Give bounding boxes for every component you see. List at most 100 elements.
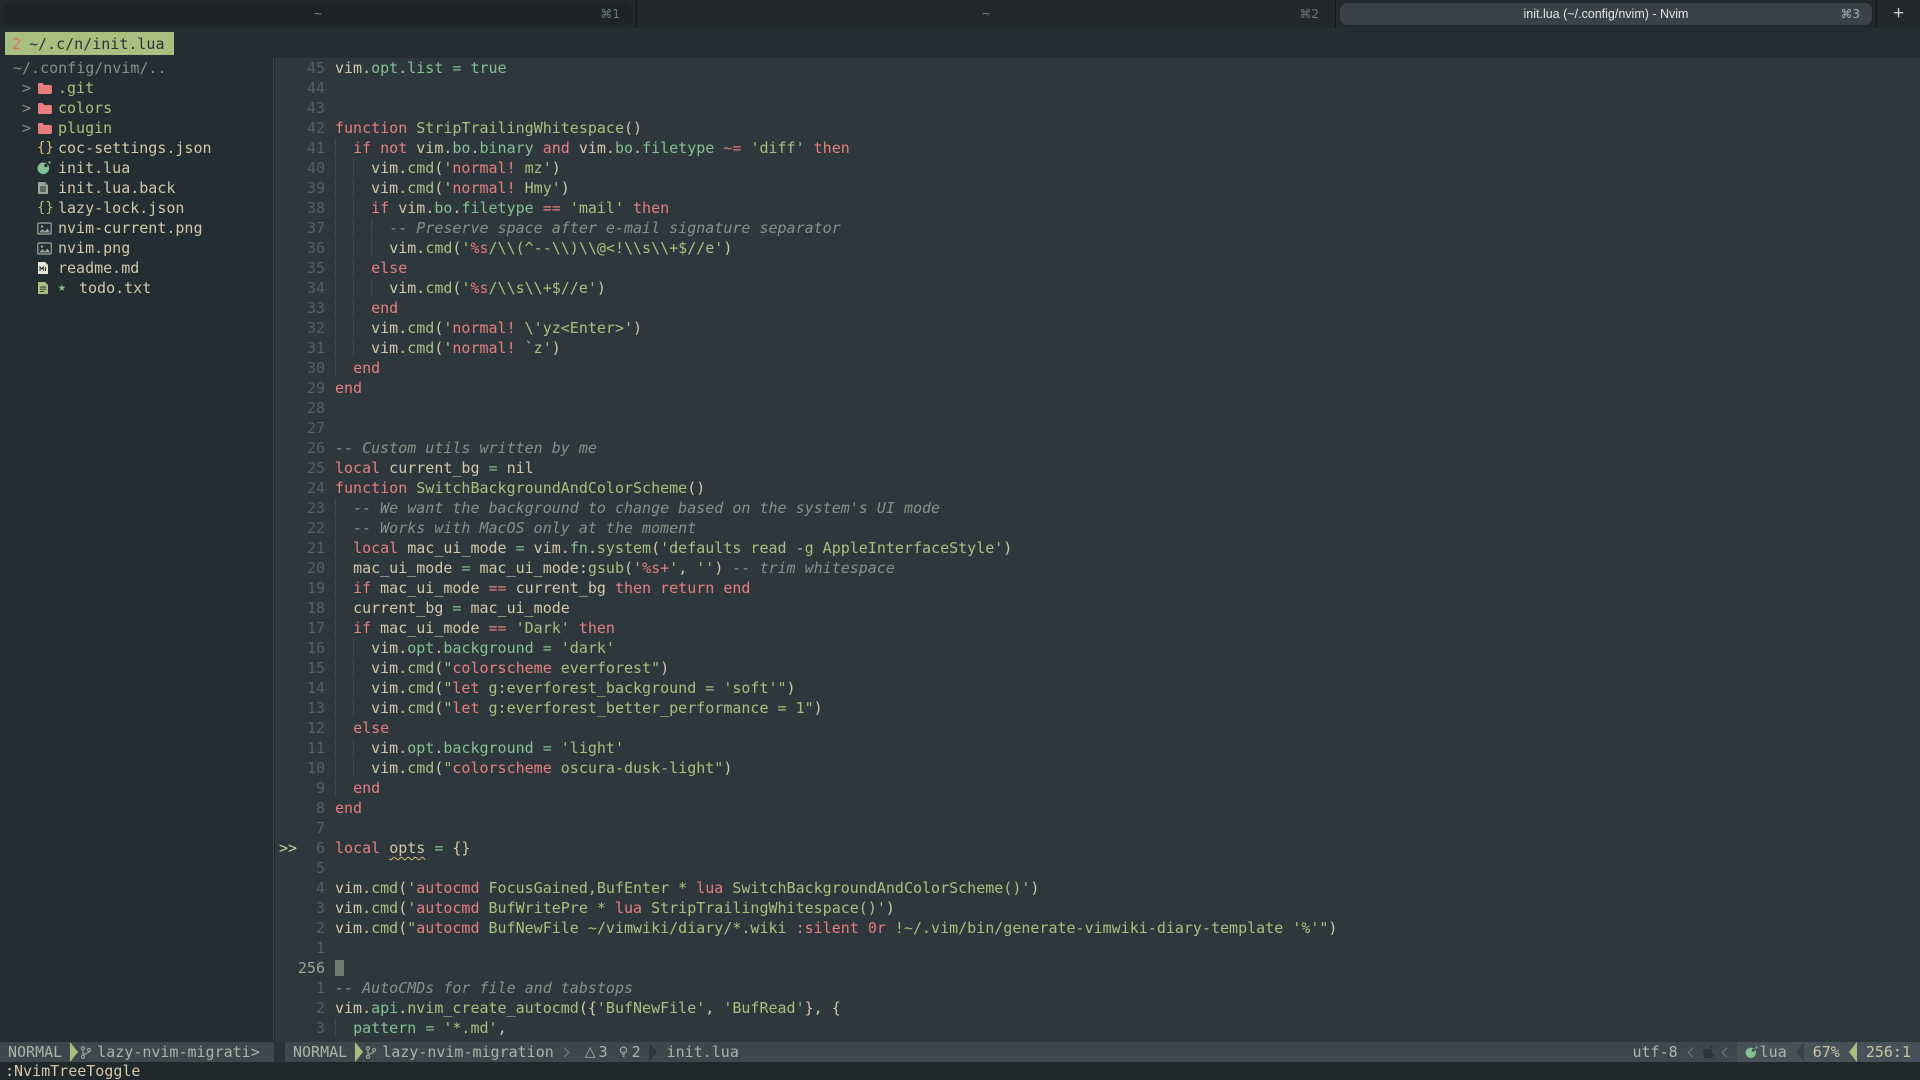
code-token: -- trim whitespace [732, 559, 895, 577]
code-line[interactable]: 26-- Custom utils written by me [275, 438, 1920, 458]
code-line[interactable]: 19▏ if mac_ui_mode == current_bg then re… [275, 578, 1920, 598]
tree-item-todo.txt[interactable]: ★todo.txt [0, 278, 273, 298]
expand-arrow-icon[interactable]: > [22, 98, 37, 118]
code-line[interactable]: 15▏ ▏ vim.cmd("colorscheme everforest") [275, 658, 1920, 678]
code-line[interactable]: 4vim.cmd('autocmd FocusGained,BufEnter *… [275, 878, 1920, 898]
code-line[interactable]: 10▏ ▏ vim.cmd("colorscheme oscura-dusk-l… [275, 758, 1920, 778]
new-tab-button[interactable]: + [1877, 0, 1920, 28]
code-token: if [353, 139, 371, 157]
tree-item-.git[interactable]: >.git [0, 78, 273, 98]
terminal-tab-1[interactable]: ~⌘1 [0, 0, 636, 28]
code-token: :silent [796, 919, 859, 937]
code-line[interactable]: >>6local opts = {} [275, 838, 1920, 858]
code-line[interactable]: 11▏ ▏ vim.opt.background = 'light' [275, 738, 1920, 758]
indent-guide: ▏ ▏ ▏ [335, 219, 389, 237]
code-token: cmd [425, 279, 452, 297]
code-line[interactable]: 25local current_bg = nil [275, 458, 1920, 478]
code-line[interactable]: 256 [275, 958, 1920, 978]
code-token: nil [498, 459, 534, 477]
code-line[interactable]: 38▏ ▏ if vim.bo.filetype == 'mail' then [275, 198, 1920, 218]
code-line[interactable]: 33▏ ▏ end [275, 298, 1920, 318]
code-token: return [660, 579, 714, 597]
code-line[interactable]: 3▏ pattern = '*.md', [275, 1018, 1920, 1038]
git-branch-name: lazy-nvim-migrati> [97, 1043, 260, 1061]
tree-item-init.lua.back[interactable]: init.lua.back [0, 178, 273, 198]
code-line[interactable]: 16▏ ▏ vim.opt.background = 'dark' [275, 638, 1920, 658]
code-line[interactable]: 1-- AutoCMDs for file and tabstops [275, 978, 1920, 998]
code-line[interactable]: 12▏ else [275, 718, 1920, 738]
code-line[interactable]: 21▏ local mac_ui_mode = vim.fn.system('d… [275, 538, 1920, 558]
code-line[interactable]: 35▏ ▏ else [275, 258, 1920, 278]
code-line[interactable]: 23▏ -- We want the background to change … [275, 498, 1920, 518]
tree-item-plugin[interactable]: >plugin [0, 118, 273, 138]
indent-guide: ▏ [335, 599, 353, 617]
code-line[interactable]: 17▏ if mac_ui_mode == 'Dark' then [275, 618, 1920, 638]
code-line[interactable]: 5 [275, 858, 1920, 878]
code-token: gsub [588, 559, 624, 577]
code-line[interactable]: 2vim.api.nvim_create_autocmd({'BufNewFil… [275, 998, 1920, 1018]
sign-column [275, 138, 295, 158]
terminal-tab-3[interactable]: init.lua (~/.config/nvim) - Nvim⌘3 [1336, 0, 1876, 28]
code-line[interactable]: 43 [275, 98, 1920, 118]
code-line[interactable]: 40▏ ▏ vim.cmd('normal! mz') [275, 158, 1920, 178]
code-token: list [407, 59, 443, 77]
code-token: vim. [371, 339, 407, 357]
code-token: opt [407, 639, 434, 657]
code-line[interactable]: 31▏ ▏ vim.cmd('normal! `z') [275, 338, 1920, 358]
expand-arrow-icon[interactable]: > [22, 78, 37, 98]
code-line[interactable]: 18▏ current_bg = mac_ui_mode [275, 598, 1920, 618]
vim-command-line[interactable]: :NvimTreeToggle [0, 1062, 1920, 1080]
code-token: binary [480, 139, 534, 157]
code-line[interactable]: 28 [275, 398, 1920, 418]
code-token: () [687, 479, 705, 497]
code-line[interactable]: 7 [275, 818, 1920, 838]
tmux-window-badge[interactable]: 2 ~/.c/n/init.lua [5, 32, 174, 55]
code-line[interactable]: 20▏ mac_ui_mode = mac_ui_mode:gsub('%s+'… [275, 558, 1920, 578]
code-line[interactable]: 39▏ ▏ vim.cmd('normal! Hmy') [275, 178, 1920, 198]
code-text: ▏ if not vim.bo.binary and vim.bo.filety… [335, 138, 850, 158]
code-token: cmd [371, 899, 398, 917]
tree-item-colors[interactable]: >colors [0, 98, 273, 118]
code-line[interactable]: 1 [275, 938, 1920, 958]
tree-item-readme.md[interactable]: readme.md [0, 258, 273, 278]
code-line[interactable]: 24function SwitchBackgroundAndColorSchem… [275, 478, 1920, 498]
tree-item-coc-settings.json[interactable]: {}coc-settings.json [0, 138, 273, 158]
code-line[interactable]: 37▏ ▏ ▏ -- Preserve space after e-mail s… [275, 218, 1920, 238]
code-line[interactable]: 29end [275, 378, 1920, 398]
code-text: ▏ ▏ ▏ vim.cmd('%s/\\(^--\\)\\@<!\\s\\+$/… [335, 238, 732, 258]
code-token: ) [552, 339, 561, 357]
editor-buffer[interactable]: 45vim.opt.list = true444342function Stri… [275, 58, 1920, 1042]
code-line[interactable]: 22▏ -- Works with MacOS only at the mome… [275, 518, 1920, 538]
code-line[interactable]: 9▏ end [275, 778, 1920, 798]
code-line[interactable]: 32▏ ▏ vim.cmd('normal! \'yz<Enter>') [275, 318, 1920, 338]
tree-item-nvim.png[interactable]: nvim.png [0, 238, 273, 258]
code-token: ) [787, 679, 796, 697]
code-line[interactable]: 13▏ ▏ vim.cmd("let g:everforest_better_p… [275, 698, 1920, 718]
sign-column [275, 178, 295, 198]
code-line[interactable]: 41▏ if not vim.bo.binary and vim.bo.file… [275, 138, 1920, 158]
code-token: if [371, 199, 389, 217]
tree-item-init.lua[interactable]: init.lua [0, 158, 273, 178]
code-line[interactable]: 2vim.cmd("autocmd BufNewFile ~/vimwiki/d… [275, 918, 1920, 938]
code-line[interactable]: 14▏ ▏ vim.cmd("let g:everforest_backgrou… [275, 678, 1920, 698]
code-line[interactable]: 36▏ ▏ ▏ vim.cmd('%s/\\(^--\\)\\@<!\\s\\+… [275, 238, 1920, 258]
code-line[interactable]: 3vim.cmd('autocmd BufWritePre * lua Stri… [275, 898, 1920, 918]
tree-item-lazy-lock.json[interactable]: {}lazy-lock.json [0, 198, 273, 218]
code-token: cmd [407, 699, 434, 717]
image-icon [37, 242, 58, 255]
terminal-tab-2[interactable]: ~⌘2 [637, 0, 1335, 28]
filetype-segment: lua 67% 256:1 [1737, 1042, 1920, 1062]
code-line[interactable]: 27 [275, 418, 1920, 438]
code-line[interactable]: 30▏ end [275, 358, 1920, 378]
code-line[interactable]: 45vim.opt.list = true [275, 58, 1920, 78]
code-line[interactable]: 8end [275, 798, 1920, 818]
code-line[interactable]: 34▏ ▏ ▏ vim.cmd('%s/\\s\\+$//e') [275, 278, 1920, 298]
tree-item-nvim-current.png[interactable]: nvim-current.png [0, 218, 273, 238]
separator-triangle-icon [355, 1042, 363, 1062]
code-text: vim.cmd('autocmd BufWritePre * lua Strip… [335, 898, 895, 918]
code-text: ▏ ▏ vim.cmd('normal! `z') [335, 338, 561, 358]
code-line[interactable]: 42function StripTrailingWhitespace() [275, 118, 1920, 138]
expand-arrow-icon[interactable]: > [22, 118, 37, 138]
nvimtree-root[interactable]: ~/.config/nvim/.. [0, 58, 273, 78]
code-line[interactable]: 44 [275, 78, 1920, 98]
